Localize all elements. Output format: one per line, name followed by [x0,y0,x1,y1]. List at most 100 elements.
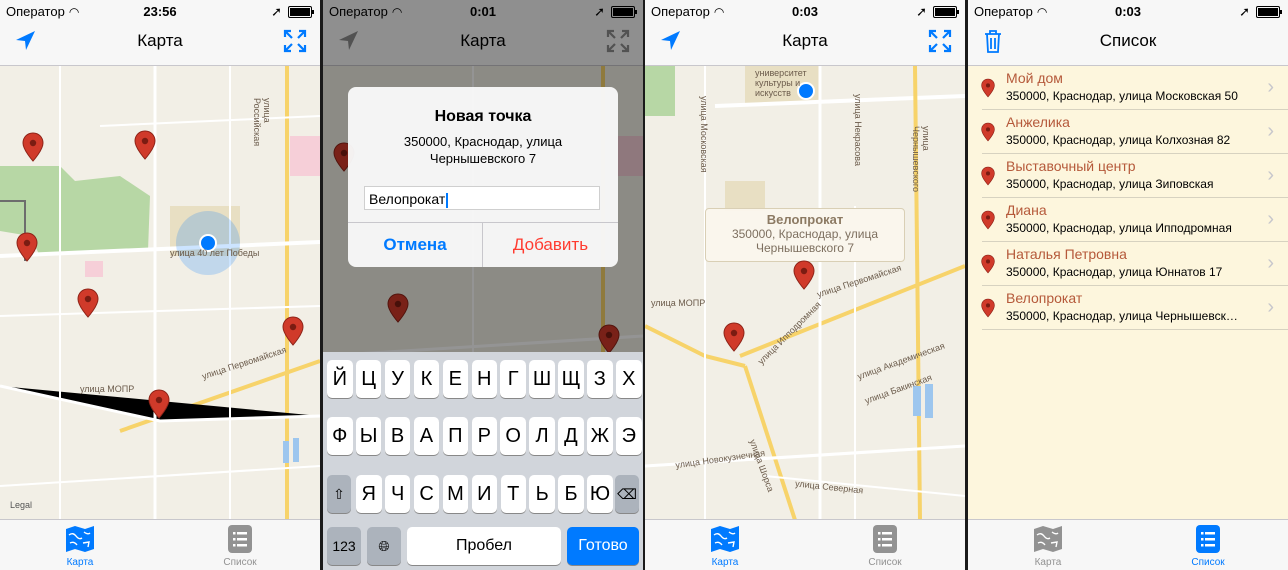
map-pin-icon[interactable] [134,130,156,160]
letter-key[interactable]: Т [500,475,526,513]
chevron-right-icon: › [1267,208,1274,230]
letter-key[interactable]: Ю [587,475,613,513]
letter-key[interactable]: Ч [384,475,411,513]
item-title: Велопрокат [1006,290,1083,306]
tab-list[interactable]: Список [1158,523,1258,568]
list-item[interactable]: Диана 350000, Краснодар, улица Ипподромна… [968,198,1288,242]
letter-key[interactable]: Ы [355,417,382,455]
list-item[interactable]: Анжелика 350000, Краснодар, улица Колхозн… [968,110,1288,154]
numbers-key[interactable]: 123 [327,527,361,565]
tab-list[interactable]: Список [190,523,290,568]
battery-icon [1256,6,1282,18]
map-pin-icon[interactable] [77,288,99,318]
done-key[interactable]: Готово [567,527,639,565]
letter-key[interactable]: У [384,360,411,398]
letter-key[interactable]: Ф [327,417,353,455]
map-pin-icon[interactable] [793,260,815,290]
map-icon [1032,523,1064,555]
letter-key[interactable]: Щ [558,360,584,398]
map-pin-icon[interactable] [282,316,304,346]
chevron-right-icon: › [1267,164,1274,186]
letter-key[interactable]: Ж [587,417,613,455]
letter-key[interactable]: Д [558,417,584,455]
globe-key[interactable]: 🌐︎ [367,527,401,565]
letter-key[interactable]: Э [616,417,642,455]
expand-icon[interactable] [927,28,953,54]
map-pin-icon [981,210,995,230]
letter-key[interactable]: З [587,360,613,398]
letter-key[interactable]: Ь [529,475,555,513]
list-item[interactable]: Наталья Петровна 350000, Краснодар, улица… [968,242,1288,286]
map-view[interactable]: университет культуры и искусств улица Мо… [645,66,965,520]
letter-key[interactable]: Й [327,360,353,398]
street-label: улица Московская [699,96,709,173]
map-tiles [0,66,320,520]
letter-key[interactable]: Л [529,417,555,455]
letter-key[interactable]: П [442,417,469,455]
letter-key[interactable]: Ш [529,360,555,398]
tab-map[interactable]: Карта [675,523,775,568]
letter-key[interactable]: А [413,417,440,455]
backspace-key[interactable]: ⌫ [615,475,639,513]
letter-key[interactable]: Ц [355,360,382,398]
tab-list[interactable]: Список [835,523,935,568]
nav-title: Список [1099,31,1157,50]
map-pin-icon[interactable] [148,389,170,419]
list-item[interactable]: Мой дом 350000, Краснодар, улица Московск… [968,66,1288,110]
navigation-bar: Список [968,22,1288,66]
map-icon [64,523,96,555]
list-item[interactable]: Велопрокат 350000, Краснодар, улица Черны… [968,286,1288,330]
battery-icon [933,6,959,18]
cancel-button[interactable]: Отмена [348,223,483,267]
letter-key[interactable]: Я [356,475,382,513]
add-button[interactable]: Добавить [483,223,618,267]
point-name-input[interactable]: Велопрокат [364,186,600,210]
item-title: Наталья Петровна [1006,246,1127,262]
chevron-right-icon: › [1267,76,1274,98]
pin-callout[interactable]: Велопрокат 350000, Краснодар, улица Черн… [705,208,905,262]
item-title: Выставочный центр [1006,158,1136,174]
street-label: улица Некрасова [853,94,863,166]
list-item[interactable]: Выставочный центр 350000, Краснодар, улиц… [968,154,1288,198]
tab-map[interactable]: Карта [998,523,1098,568]
battery-icon [288,6,314,18]
map-pin-icon[interactable] [723,322,745,352]
letter-key[interactable]: М [442,475,469,513]
legal-link[interactable]: Legal [10,500,32,510]
nav-title: Карта [137,31,183,50]
map-pin-icon[interactable] [16,232,38,262]
street-label: улица Российская [252,98,272,147]
item-subtitle: 350000, Краснодар, улица Московская 50 [1006,89,1238,103]
letter-key[interactable]: Г [500,360,526,398]
space-key[interactable]: Пробел [407,527,561,565]
text-caret [446,192,449,208]
callout-subtitle: 350000, Краснодар, улица Чернышевского 7 [731,227,879,255]
letter-key[interactable]: Р [471,417,497,455]
item-subtitle: 350000, Краснодар, улица Ипподромная [1006,221,1232,235]
screen-list: Оператор ◠ 0:03 ➚ Список Мой дом 350000, К… [968,0,1288,570]
letter-key[interactable]: К [413,360,440,398]
street-label: улица Чернышевского [911,126,931,192]
map-view[interactable]: улица Российская улица Первомайская улиц… [0,66,320,520]
alert-message: 350000, Краснодар, улица Чернышевского 7 [403,134,563,166]
shift-key[interactable]: ⇧ [327,475,351,513]
map-pin-icon[interactable] [22,132,44,162]
chevron-right-icon: › [1267,252,1274,274]
screen-map-callout: Оператор ◠ 0:03 ➚ Карта университет куль… [645,0,965,570]
item-title: Диана [1006,202,1047,218]
expand-icon[interactable] [282,28,308,54]
item-subtitle: 350000, Краснодар, улица Чернышевск… [1006,309,1238,323]
map-pin-icon [981,122,995,142]
keyboard: ЙЦУКЕНГШЩЗХ ФЫВАПРОЛДЖЭ ЯЧСМИТЬБЮ ⇧ ⌫ 12… [323,352,643,570]
letter-key[interactable]: О [500,417,526,455]
letter-key[interactable]: И [471,475,498,513]
letter-key[interactable]: С [413,475,440,513]
letter-key[interactable]: Е [442,360,469,398]
tab-map[interactable]: Карта [30,523,130,568]
tab-bar: Карта Список [645,519,965,570]
letter-key[interactable]: Н [471,360,497,398]
letter-key[interactable]: Х [616,360,642,398]
letter-key[interactable]: В [384,417,411,455]
status-bar: Оператор ◠ 23:56 ➚ [0,0,320,22]
letter-key[interactable]: Б [558,475,584,513]
